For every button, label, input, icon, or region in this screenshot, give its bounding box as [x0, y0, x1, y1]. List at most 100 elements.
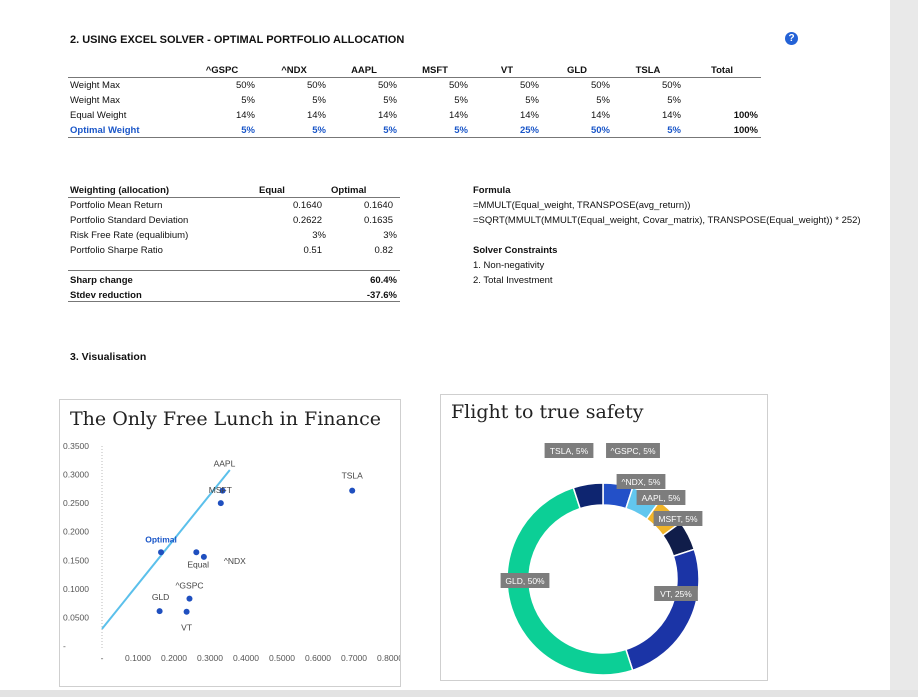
cell[interactable]: 14% [347, 110, 397, 121]
y-tick-label: 0.2500 [63, 498, 89, 508]
cell[interactable]: 5% [631, 125, 681, 136]
sharp-change-value[interactable]: 60.4% [341, 275, 397, 286]
cell[interactable]: 5% [347, 125, 397, 136]
scatter-point[interactable] [183, 608, 190, 615]
cell[interactable]: 5% [418, 125, 468, 136]
x-tick-label: 0.3000 [197, 653, 223, 663]
scatter-point[interactable] [193, 549, 200, 556]
scatter-point[interactable] [158, 549, 165, 556]
cell[interactable]: 50% [418, 80, 468, 91]
cell[interactable]: 50% [560, 80, 610, 91]
donut-chart[interactable]: Flight to true safety ^GSPC, 5% ^NDX, 5% A… [440, 394, 768, 681]
y-tick-label: 0.3500 [63, 441, 89, 451]
stdev-reduction-label: Stdev reduction [70, 290, 142, 301]
cell[interactable]: 50% [631, 80, 681, 91]
slice-label: GLD, 50% [505, 576, 545, 586]
stats-row-label: Risk Free Rate (equalibium) [70, 230, 189, 241]
cell[interactable]: 50% [489, 80, 539, 91]
cell-total[interactable]: 100% [708, 110, 758, 121]
stats-row-label: Portfolio Sharpe Ratio [70, 245, 163, 256]
y-tick-label: 0.1500 [63, 555, 89, 565]
cell[interactable]: 50% [347, 80, 397, 91]
scatter-point[interactable] [156, 608, 163, 615]
cell[interactable]: 5% [276, 125, 326, 136]
cell[interactable]: 3% [270, 230, 326, 241]
col-header-vt: VT [500, 65, 514, 76]
col-header-gspc: ^GSPC [205, 65, 239, 76]
constraint-item: 1. Non-negativity [473, 260, 545, 271]
cell[interactable]: 3% [341, 230, 397, 241]
cell[interactable]: 0.1640 [341, 200, 393, 211]
formula-title: Formula [473, 185, 511, 196]
cell[interactable]: 0.51 [270, 245, 323, 256]
cell[interactable]: 50% [205, 80, 255, 91]
cell[interactable]: 5% [205, 95, 255, 106]
scatter-point[interactable] [349, 487, 356, 494]
scatter-plot-area: - 0.0500 0.1000 0.1500 0.2000 0.2500 0.3000 0.3… [63, 441, 400, 663]
help-icon[interactable]: ? [785, 32, 798, 45]
scatter-point[interactable] [200, 553, 207, 560]
cell[interactable]: 50% [560, 125, 610, 136]
donut-slice[interactable] [624, 548, 700, 672]
divider [68, 197, 400, 198]
cell[interactable]: 14% [560, 110, 610, 121]
divider [68, 137, 761, 138]
row-label-weight-min: Weight Max [70, 95, 120, 106]
stats-header-label: Weighting (allocation) [70, 185, 170, 196]
x-tick-label: 0.2000 [161, 653, 187, 663]
formula-mean-return: =MMULT(Equal_weight, TRANSPOSE(avg_retur… [473, 200, 691, 211]
cell[interactable]: 5% [489, 95, 539, 106]
scatter-point[interactable] [217, 500, 224, 507]
slice-label: AAPL, 5% [642, 493, 681, 503]
x-tick-label: 0.7000 [341, 653, 367, 663]
col-header-gld: GLD [566, 65, 588, 76]
bottom-strip [0, 690, 918, 697]
x-tick-label: - [101, 653, 104, 663]
stdev-reduction-value[interactable]: -37.6% [341, 290, 397, 301]
cell[interactable]: 25% [489, 125, 539, 136]
stats-header-optimal: Optimal [331, 185, 367, 196]
point-label: VT [181, 623, 192, 633]
cell[interactable]: 5% [560, 95, 610, 106]
y-tick-label: 0.0500 [63, 612, 89, 622]
cell[interactable]: 0.82 [341, 245, 394, 256]
slice-label: ^NDX, 5% [622, 477, 661, 487]
row-label-weight-max: Weight Max [70, 80, 120, 91]
formula-std-dev: =SQRT(MMULT(MMULT(Equal_weight, Covar_ma… [473, 215, 861, 226]
y-tick-label: 0.2000 [63, 527, 89, 537]
cell[interactable]: 14% [276, 110, 326, 121]
cell[interactable]: 5% [418, 95, 468, 106]
slice-label: TSLA, 5% [550, 446, 589, 456]
point-label: TSLA [342, 471, 364, 481]
divider [68, 270, 400, 271]
divider [68, 77, 761, 78]
point-label: ^NDX [224, 556, 246, 566]
cell[interactable]: 5% [631, 95, 681, 106]
cell[interactable]: 14% [205, 110, 255, 121]
y-tick-label: 0.3000 [63, 470, 89, 480]
cell[interactable]: 5% [205, 125, 255, 136]
col-header-total: Total [711, 65, 733, 76]
x-tick-label: 0.4000 [233, 653, 259, 663]
constraint-item: 2. Total Investment [473, 275, 553, 286]
cell[interactable]: 0.2622 [270, 215, 322, 226]
col-header-ndx: ^NDX [281, 65, 307, 76]
scatter-chart[interactable]: The Only Free Lunch in Finance -0.0500 0.… [59, 399, 401, 687]
cell[interactable]: 14% [489, 110, 539, 121]
x-tick-label: 0.6000 [305, 653, 331, 663]
scatter-point[interactable] [186, 595, 193, 602]
cell[interactable]: 5% [347, 95, 397, 106]
col-header-tsla: TSLA [635, 65, 661, 76]
cell[interactable]: 0.1640 [270, 200, 322, 211]
cell[interactable]: 50% [276, 80, 326, 91]
cell[interactable]: 5% [276, 95, 326, 106]
x-tick-label: 0.8000 [377, 653, 400, 663]
point-label: Optimal [145, 534, 177, 544]
cell[interactable]: 14% [418, 110, 468, 121]
cell[interactable]: 0.1635 [341, 215, 393, 226]
cell[interactable]: 14% [631, 110, 681, 121]
slice-label: VT, 25% [660, 589, 692, 599]
y-tick-label: - [63, 641, 66, 651]
point-label: MSFT [209, 485, 232, 495]
cell-total[interactable]: 100% [708, 125, 758, 136]
